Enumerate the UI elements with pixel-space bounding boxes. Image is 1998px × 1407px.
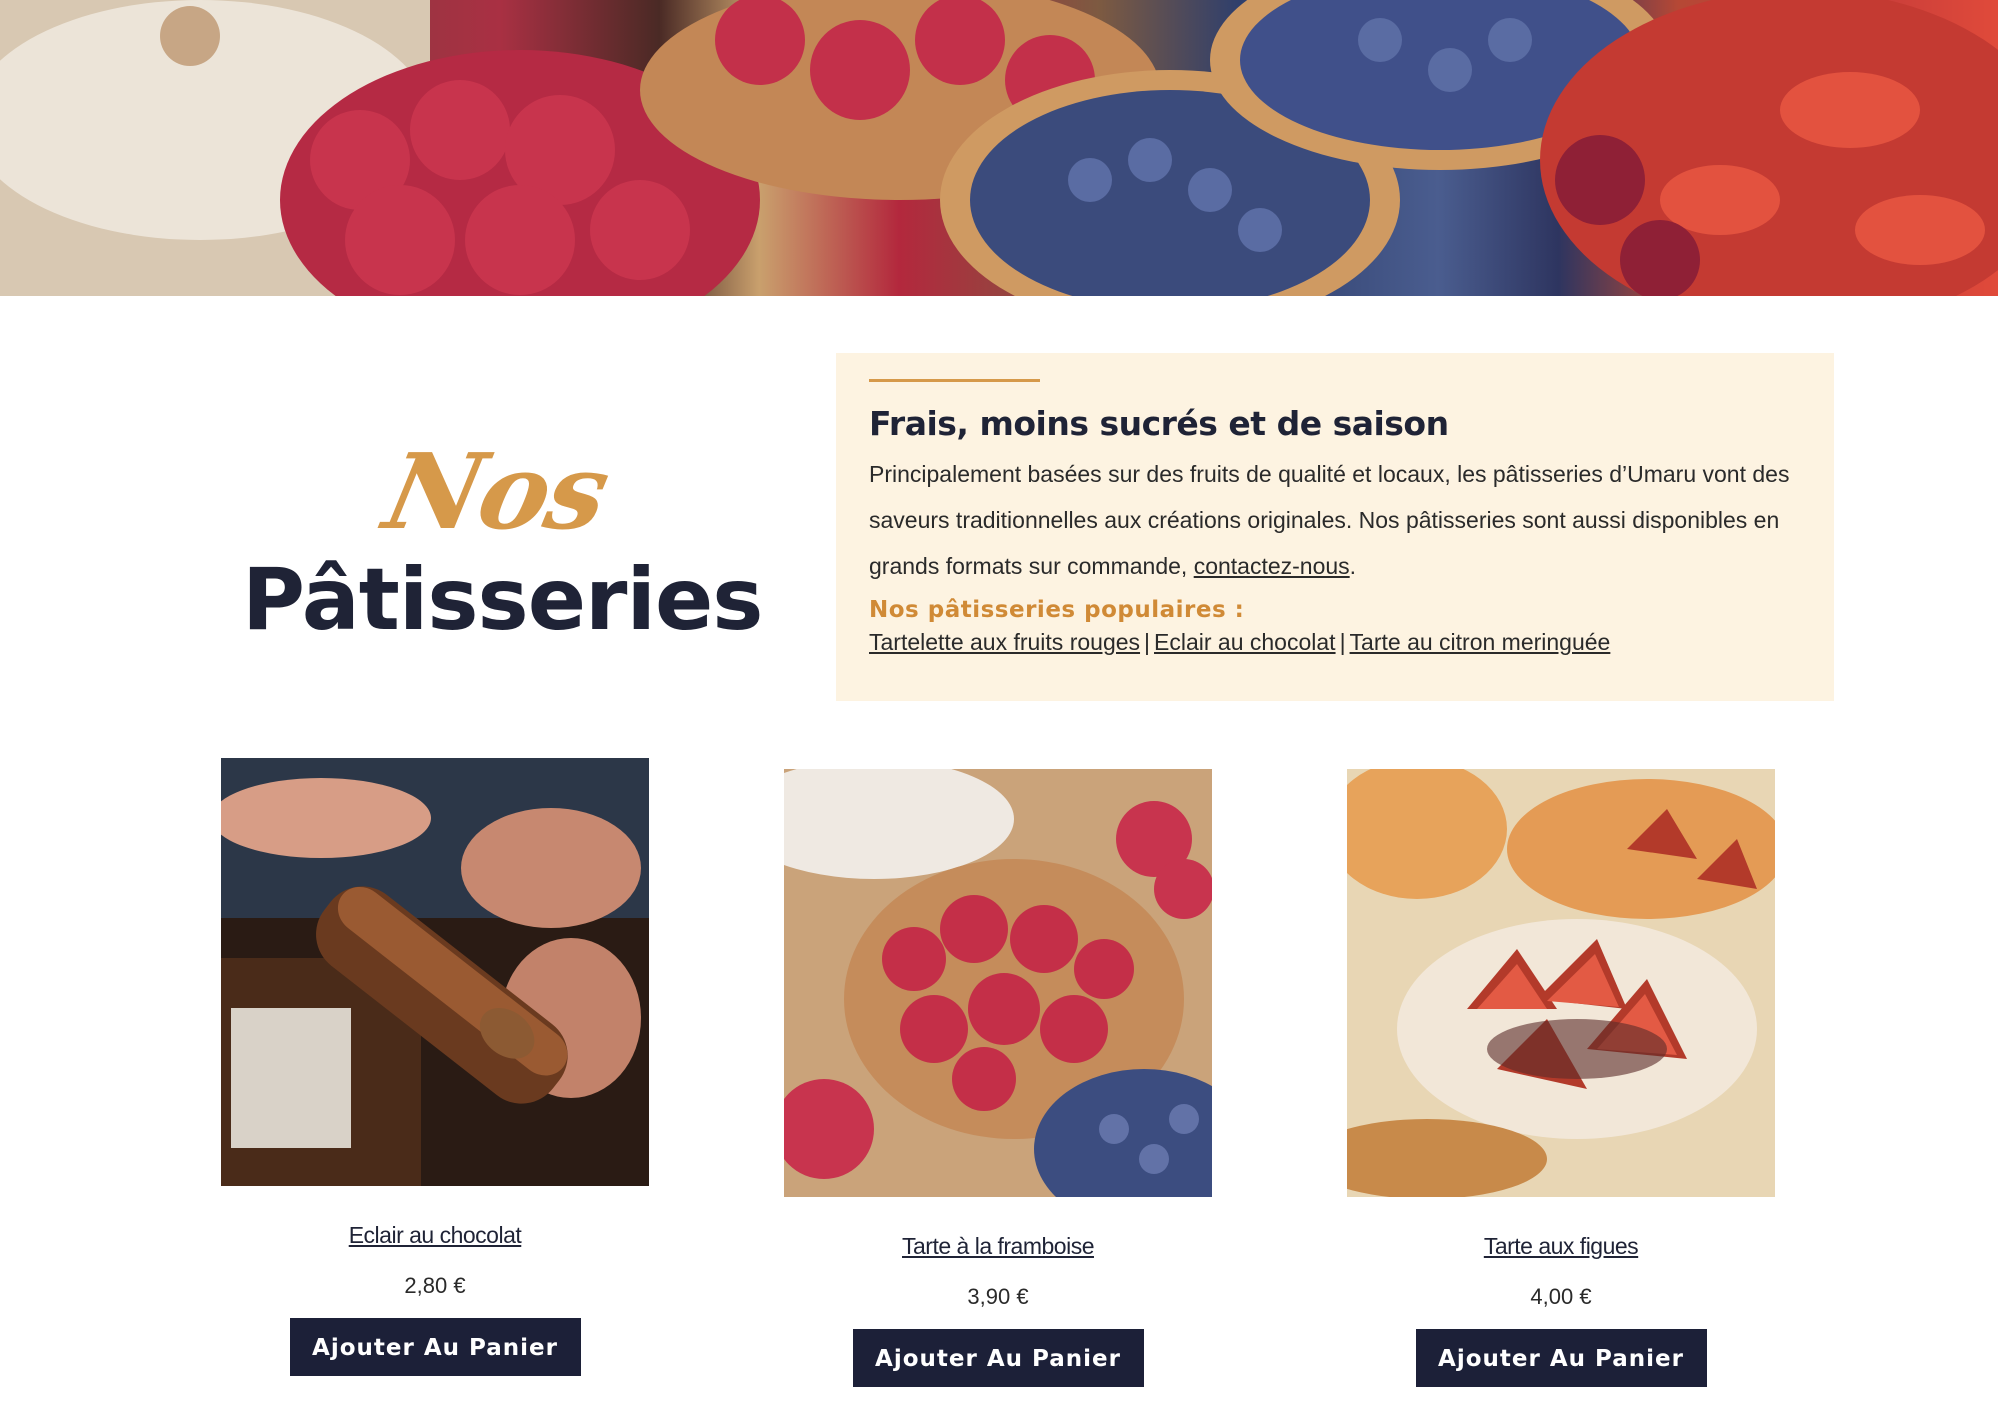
contact-link[interactable]: contactez-nous	[1194, 553, 1350, 579]
hero-banner-image	[0, 0, 1998, 296]
eclair-photo	[221, 758, 649, 1186]
add-to-cart-button[interactable]: Ajouter Au Panier	[1415, 1329, 1707, 1387]
popular-link-eclair[interactable]: Eclair au chocolat	[1154, 629, 1336, 655]
popular-heading: Nos pâtisseries populaires :	[869, 597, 1245, 623]
link-separator: |	[1339, 629, 1346, 655]
page-title: Pâtisseries	[242, 550, 763, 650]
section-title: Nos Pâtisseries	[190, 430, 810, 660]
info-paragraph-end: .	[1349, 553, 1357, 579]
add-to-cart-button[interactable]: Ajouter Au Panier	[852, 1329, 1144, 1387]
popular-link-tarte-citron[interactable]: Tarte au citron meringuée	[1350, 629, 1611, 655]
product-price: 2,80 €	[404, 1273, 466, 1298]
product-image-eclair[interactable]	[221, 758, 649, 1186]
info-heading: Frais, moins sucrés et de saison	[869, 404, 1449, 443]
raspberry-tart-photo	[784, 769, 1212, 1197]
product-price: 3,90 €	[967, 1284, 1029, 1309]
product-card: Tarte à la framboise 3,90 € Ajouter Au P…	[784, 769, 1212, 1387]
info-paragraph: Principalement basées sur des fruits de …	[869, 451, 1799, 589]
accent-divider	[869, 379, 1040, 382]
fig-tart-photo	[1347, 769, 1775, 1197]
product-image-tarte-framboise[interactable]	[784, 769, 1212, 1197]
popular-link-tartelette[interactable]: Tartelette aux fruits rouges	[869, 629, 1140, 655]
add-to-cart-button[interactable]: Ajouter Au Panier	[289, 1318, 581, 1376]
product-card: Tarte aux figues 4,00 € Ajouter Au Panie…	[1347, 769, 1775, 1387]
product-image-tarte-figues[interactable]	[1347, 769, 1775, 1197]
product-name-link[interactable]: Tarte à la framboise	[784, 1233, 1212, 1260]
product-price: 4,00 €	[1530, 1284, 1592, 1309]
product-name-link[interactable]: Eclair au chocolat	[221, 1222, 649, 1249]
hero-pastries-illustration	[0, 0, 1998, 296]
title-script-text: Nos	[374, 430, 619, 553]
info-box: Frais, moins sucrés et de saison Princip…	[836, 353, 1834, 701]
product-name-link[interactable]: Tarte aux figues	[1347, 1233, 1775, 1260]
link-separator: |	[1144, 629, 1151, 655]
popular-links: Tartelette aux fruits rouges | Eclair au c…	[869, 629, 1802, 656]
product-card: Eclair au chocolat 2,80 € Ajouter Au Pan…	[221, 758, 649, 1376]
